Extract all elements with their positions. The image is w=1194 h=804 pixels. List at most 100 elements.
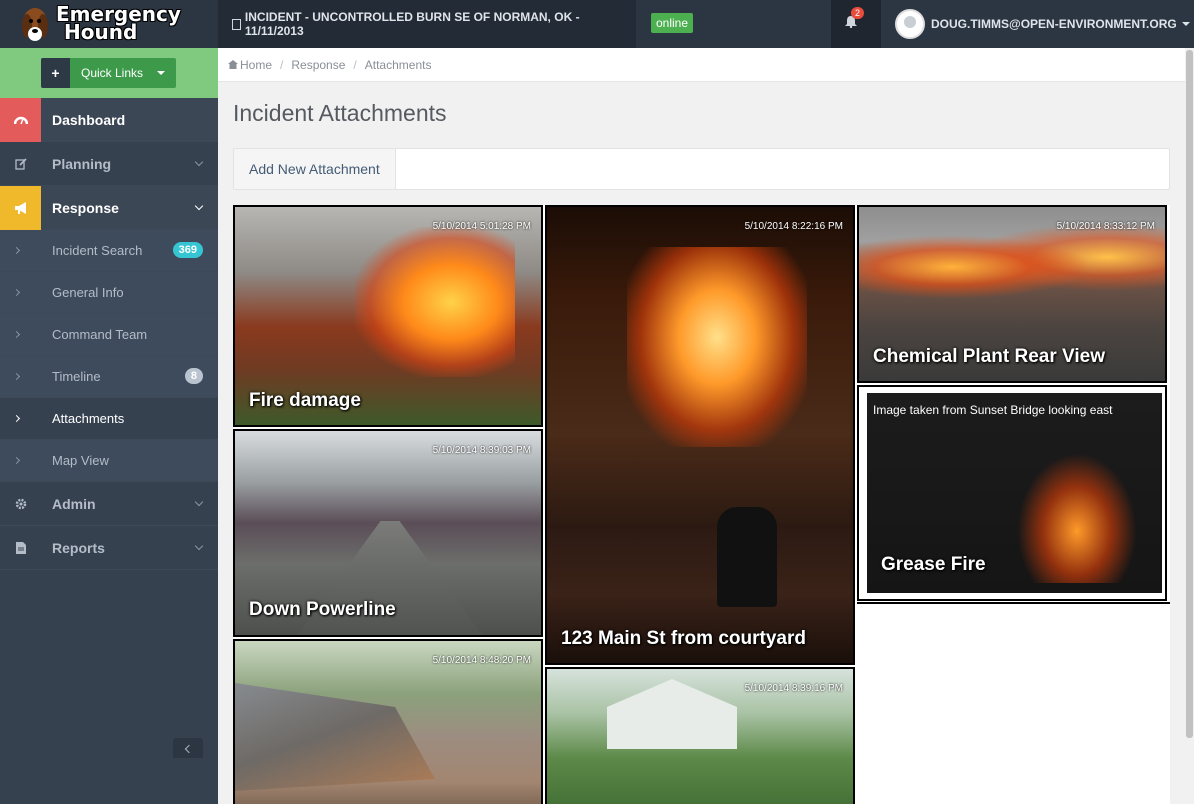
sidebar-item-planning[interactable]: Planning (0, 142, 218, 186)
logo[interactable]: Emergency Hound (0, 0, 218, 48)
sidebar-item-admin[interactable]: Admin (0, 482, 218, 526)
notification-count: 2 (851, 7, 865, 19)
scrollbar-thumb[interactable] (1186, 50, 1193, 738)
attachment-timestamp: 5/10/2014 8:22:16 PM (744, 221, 843, 232)
sidebar-item-label: Map View (52, 453, 109, 468)
chevron-right-icon (12, 456, 21, 465)
sidebar-item-label: Planning (52, 156, 112, 172)
status-badge: online (651, 13, 694, 33)
document-icon (232, 18, 241, 30)
chevron-right-icon (12, 288, 21, 297)
attachment-description: Image taken from Sunset Bridge looking e… (873, 403, 1113, 417)
sidebar-item-label: Incident Search (52, 243, 143, 258)
attachment-tile-grease-fire[interactable]: Image taken from Sunset Bridge looking e… (857, 385, 1167, 601)
fire-image (859, 217, 1165, 317)
main-content: Home / Response / Attachments Incident A… (218, 48, 1185, 804)
sidebar-item-label: Response (52, 200, 119, 216)
chevron-down-icon (194, 541, 204, 551)
sidebar-item-reports[interactable]: Reports (0, 526, 218, 570)
attachment-tile-down-powerline[interactable]: 5/10/2014 8:39:03 PM Down Powerline (233, 429, 543, 637)
breadcrumb-home[interactable]: Home (240, 58, 272, 72)
attachment-timestamp: 5/10/2014 8:39:03 PM (432, 445, 531, 456)
top-header: Emergency Hound INCIDENT - UNCONTROLLED … (0, 0, 1194, 48)
fire-image (355, 227, 515, 377)
attachment-timestamp: 5/10/2014 8:39:16 PM (744, 683, 843, 694)
attachment-caption: Down Powerline (249, 599, 396, 620)
attachment-gallery: 5/10/2014 5:01:28 PM Fire damage 5/10/20… (233, 205, 1170, 804)
chevron-down-icon (1181, 22, 1190, 26)
sidebar-item-general-info[interactable]: General Info (0, 272, 218, 314)
sidebar-item-label: Command Team (52, 327, 148, 342)
fire-image (1017, 453, 1137, 583)
count-badge: 8 (184, 368, 203, 384)
incident-label: INCIDENT - UNCONTROLLED BURN SE OF NORMA… (244, 10, 580, 38)
chevron-right-icon (12, 414, 21, 423)
sidebar-item-timeline[interactable]: Timeline 8 (0, 356, 218, 398)
chevron-down-icon (194, 201, 204, 211)
debris-image (235, 683, 435, 791)
sidebar-item-command-team[interactable]: Command Team (0, 314, 218, 356)
sidebar-item-label: Dashboard (52, 112, 126, 128)
attachment-tile-fire-damage[interactable]: 5/10/2014 5:01:28 PM Fire damage (233, 205, 543, 427)
gallery-divider (857, 602, 1170, 604)
document-icon (0, 526, 41, 570)
breadcrumb-separator: / (280, 57, 284, 72)
house-image (607, 679, 737, 749)
sidebar: + Quick Links Dashboard Planning Respons… (0, 48, 218, 804)
sidebar-item-dashboard[interactable]: Dashboard (0, 98, 218, 142)
attachment-timestamp: 5/10/2014 8:48:20 PM (432, 655, 531, 666)
plus-icon: + (41, 58, 70, 88)
sidebar-item-incident-search[interactable]: Incident Search 369 (0, 230, 218, 272)
attachment-tile-collapsed-house[interactable]: 5/10/2014 8:48:20 PM (233, 639, 543, 804)
sidebar-item-label: General Info (52, 285, 124, 300)
sidebar-item-attachments[interactable]: Attachments (0, 398, 218, 440)
page-scrollbar[interactable] (1185, 48, 1194, 804)
home-icon (228, 60, 238, 69)
quick-links-button[interactable]: + Quick Links (41, 58, 176, 88)
gear-icon (0, 482, 41, 526)
chevron-right-icon (12, 246, 21, 255)
dashboard-icon (0, 98, 41, 142)
brand-name: Emergency Hound (56, 4, 181, 42)
sidebar-item-response[interactable]: Response (0, 186, 218, 230)
sidebar-item-label: Attachments (52, 411, 125, 426)
sidebar-collapse-button[interactable] (173, 738, 203, 758)
user-email: DOUG.TIMMS@OPEN-ENVIRONMENT.ORG (931, 17, 1177, 31)
chevron-right-icon (12, 372, 21, 381)
incident-title[interactable]: INCIDENT - UNCONTROLLED BURN SE OF NORMA… (218, 0, 636, 48)
notifications-button[interactable]: 2 (831, 0, 881, 48)
chevron-down-icon (194, 497, 204, 507)
attachment-tile-fallen-tree[interactable]: 5/10/2014 8:39:16 PM (545, 667, 855, 804)
add-attachment-button[interactable]: Add New Attachment (234, 149, 396, 189)
attachment-caption: 123 Main St from courtyard (561, 628, 806, 649)
attachment-timestamp: 5/10/2014 5:01:28 PM (432, 221, 531, 232)
sidebar-item-label: Timeline (52, 369, 101, 384)
chevron-right-icon (12, 330, 21, 339)
breadcrumb-attachments: Attachments (364, 57, 432, 72)
attachment-timestamp: 5/10/2014 8:33:12 PM (1056, 221, 1155, 232)
quick-links-label: Quick Links (81, 66, 144, 80)
attachment-tile-chemical-plant[interactable]: 5/10/2014 8:33:12 PM Chemical Plant Rear… (857, 205, 1167, 383)
quick-links-bar: + Quick Links (0, 48, 218, 98)
sidebar-item-map-view[interactable]: Map View (0, 440, 218, 482)
hound-logo-icon (22, 8, 48, 41)
user-menu[interactable]: DOUG.TIMMS@OPEN-ENVIRONMENT.ORG (895, 0, 1190, 48)
megaphone-icon (0, 186, 41, 230)
attachment-caption: Grease Fire (881, 554, 986, 575)
breadcrumb-response[interactable]: Response (291, 58, 345, 72)
breadcrumb-separator: / (353, 57, 357, 72)
edit-icon (0, 142, 41, 186)
attachment-caption: Fire damage (249, 390, 361, 411)
firefighter-image (717, 507, 777, 607)
avatar (895, 9, 925, 39)
fire-image (627, 247, 807, 447)
caret-down-icon (157, 71, 165, 75)
breadcrumb: Home / Response / Attachments (218, 48, 1185, 82)
attachments-toolbar: Add New Attachment (233, 148, 1170, 190)
count-badge: 369 (172, 242, 203, 258)
sidebar-item-label: Admin (52, 496, 96, 512)
attachment-tile-123-main-st[interactable]: 5/10/2014 8:22:16 PM 123 Main St from co… (545, 205, 855, 665)
chevron-down-icon (194, 157, 204, 167)
attachment-caption: Chemical Plant Rear View (873, 346, 1105, 367)
page-title: Incident Attachments (233, 100, 447, 126)
